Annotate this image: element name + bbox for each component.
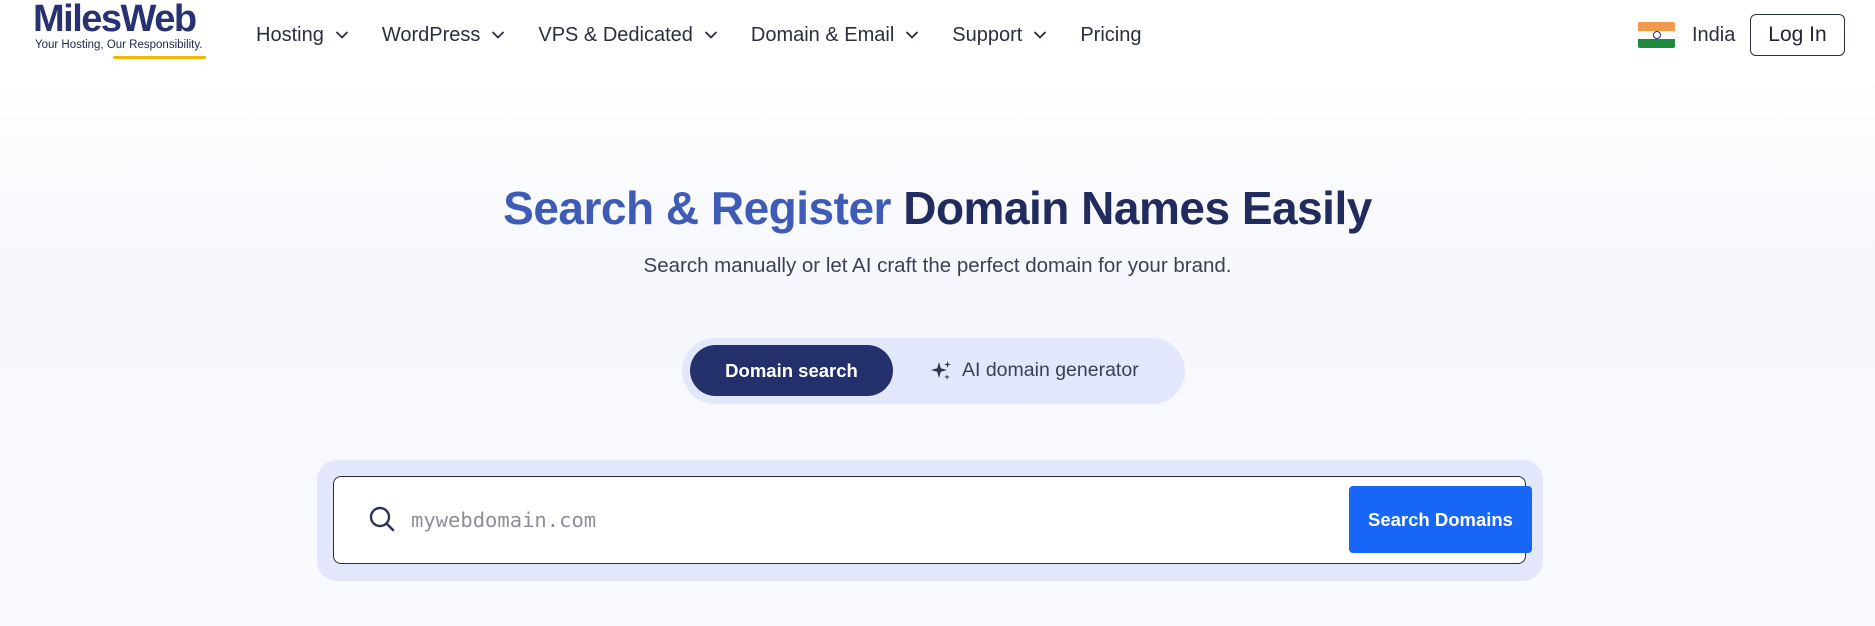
nav-item-pricing[interactable]: Pricing xyxy=(1080,24,1141,47)
logo-underline xyxy=(113,56,206,59)
chevron-down-icon xyxy=(906,31,919,39)
nav-item-label: Pricing xyxy=(1080,23,1142,46)
chevron-down-icon xyxy=(1034,31,1047,39)
tab-domain-search[interactable]: Domain search xyxy=(690,345,893,396)
page-title-rest: Domain Names Easily xyxy=(890,182,1372,234)
search-icon xyxy=(369,506,395,532)
nav-item-label: WordPress xyxy=(381,23,481,46)
tab-ai-label: AI domain generator xyxy=(962,359,1139,381)
domain-search-input[interactable] xyxy=(411,495,1311,545)
nav-item-vps-dedicated[interactable]: VPS & Dedicated xyxy=(538,24,717,47)
page-subtitle: Search manually or let AI craft the perf… xyxy=(643,254,1232,277)
chevron-down-icon xyxy=(492,31,505,39)
logo-wordmark: MilesWeb xyxy=(33,0,197,40)
nav-item-label: Support xyxy=(952,23,1023,46)
domain-search-panel: Search Domains xyxy=(317,460,1543,581)
nav-item-wordpress[interactable]: WordPress xyxy=(382,24,505,47)
country-label: India xyxy=(1692,23,1736,46)
sparkles-icon xyxy=(931,360,951,380)
nav-item-domain-email[interactable]: Domain & Email xyxy=(750,23,919,47)
india-flag-icon xyxy=(1638,22,1675,48)
nav-item-support[interactable]: Support xyxy=(952,23,1047,47)
main-nav: Hosting WordPress VPS & Dedicated Domain… xyxy=(256,20,1175,50)
chevron-down-icon xyxy=(704,31,717,39)
nav-item-hosting[interactable]: Hosting xyxy=(256,24,348,47)
page-title: Search & Register Domain Names Easily xyxy=(0,180,1875,236)
site-header: MilesWeb Your Hosting, Our Responsibilit… xyxy=(0,0,1875,70)
domain-search-box: Search Domains xyxy=(333,476,1532,564)
nav-item-label: Hosting xyxy=(256,23,324,46)
search-mode-toggle: Domain search AI domain generator xyxy=(682,338,1185,404)
page-title-accent: Search & Register xyxy=(503,182,891,234)
login-button[interactable]: Log In xyxy=(1750,14,1845,56)
chevron-down-icon xyxy=(335,31,348,39)
country-selector[interactable]: India xyxy=(1638,22,1735,48)
tab-ai-domain-generator[interactable]: AI domain generator xyxy=(929,345,1139,396)
milesweb-logo[interactable]: MilesWeb Your Hosting, Our Responsibilit… xyxy=(33,0,213,62)
nav-item-label: VPS & Dedicated xyxy=(538,23,693,46)
nav-item-label: Domain & Email xyxy=(750,23,895,46)
logo-tagline: Your Hosting, Our Responsibility. xyxy=(35,39,203,51)
search-domains-button[interactable]: Search Domains xyxy=(1349,486,1532,553)
